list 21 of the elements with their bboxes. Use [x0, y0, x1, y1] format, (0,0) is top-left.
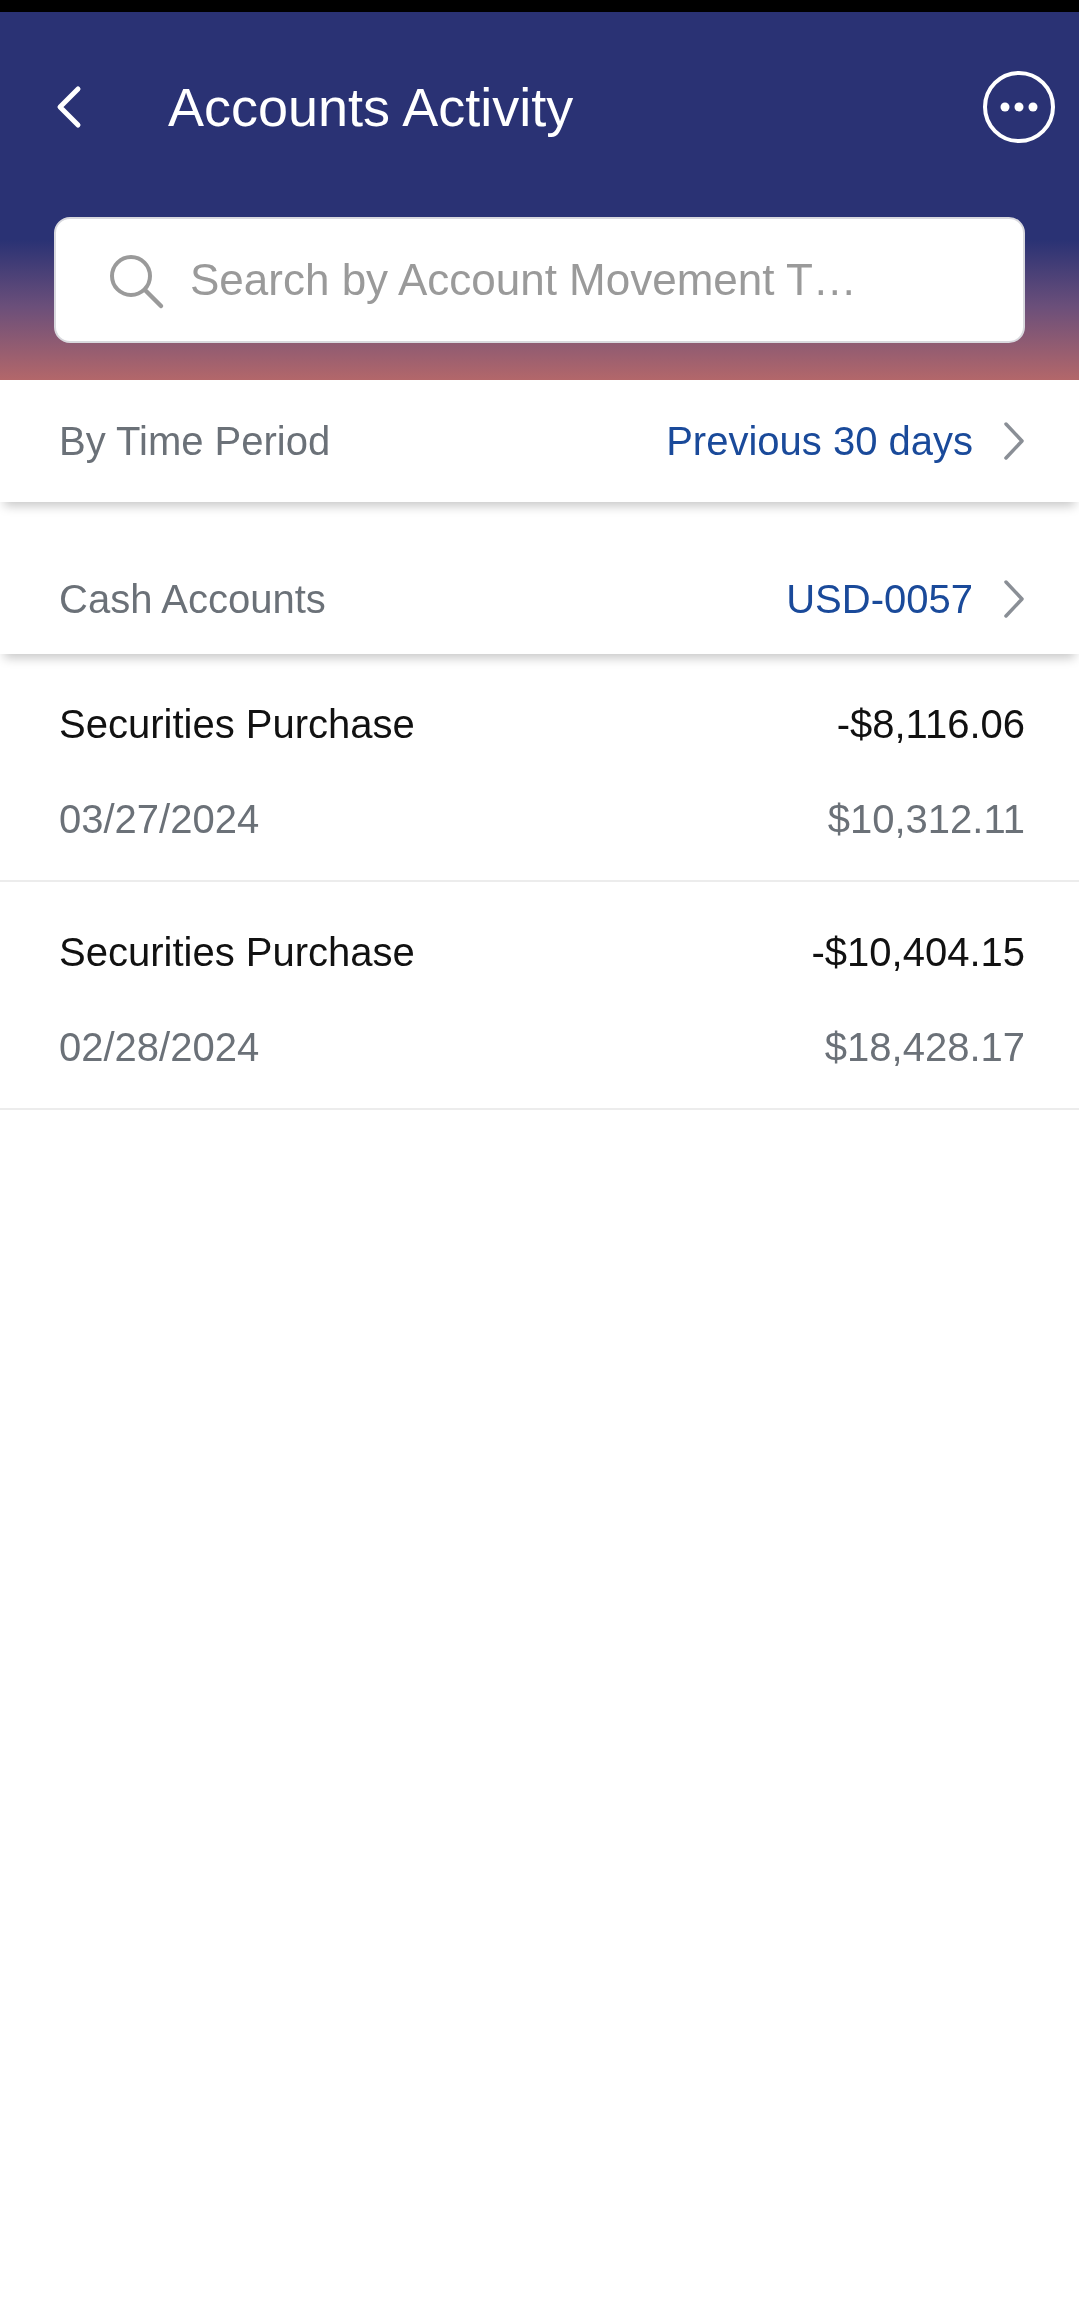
transaction-description: Securities Purchase — [59, 930, 415, 975]
search-field[interactable]: Search by Account Movement T… — [54, 217, 1025, 343]
filter-row[interactable]: Cash Accounts USD-0057 — [0, 544, 1079, 654]
transaction-date: 02/28/2024 — [59, 1025, 260, 1070]
transaction-row[interactable]: Securities Purchase -$10,404.15 02/28/2024 $18,428.17 — [0, 882, 1079, 1110]
filter-value: USD-0057 — [786, 576, 973, 622]
chevron-icon — [1003, 421, 1025, 461]
filter-label: By Time Period — [59, 418, 331, 464]
more-options-icon[interactable] — [981, 68, 1057, 145]
filter-label: Cash Accounts — [59, 576, 326, 622]
transaction-description: Securities Purchase — [59, 702, 415, 747]
chevron-icon — [1003, 579, 1025, 619]
transaction-row[interactable]: Securities Purchase -$8,116.06 03/27/2024 $10,312.11 — [0, 654, 1079, 882]
filter-value: Previous 30 days — [666, 418, 973, 464]
transaction-amount: -$10,404.15 — [811, 930, 1025, 975]
filter-row[interactable]: By Time Period Previous 30 days — [0, 380, 1079, 502]
balance-amount: $10,312.11 — [827, 797, 1025, 842]
balance-amount: $18,428.17 — [824, 1025, 1025, 1070]
transaction-date: 03/27/2024 — [59, 797, 260, 842]
screen-title: Accounts Activity — [168, 75, 575, 138]
transaction-amount: -$8,116.06 — [836, 702, 1025, 747]
